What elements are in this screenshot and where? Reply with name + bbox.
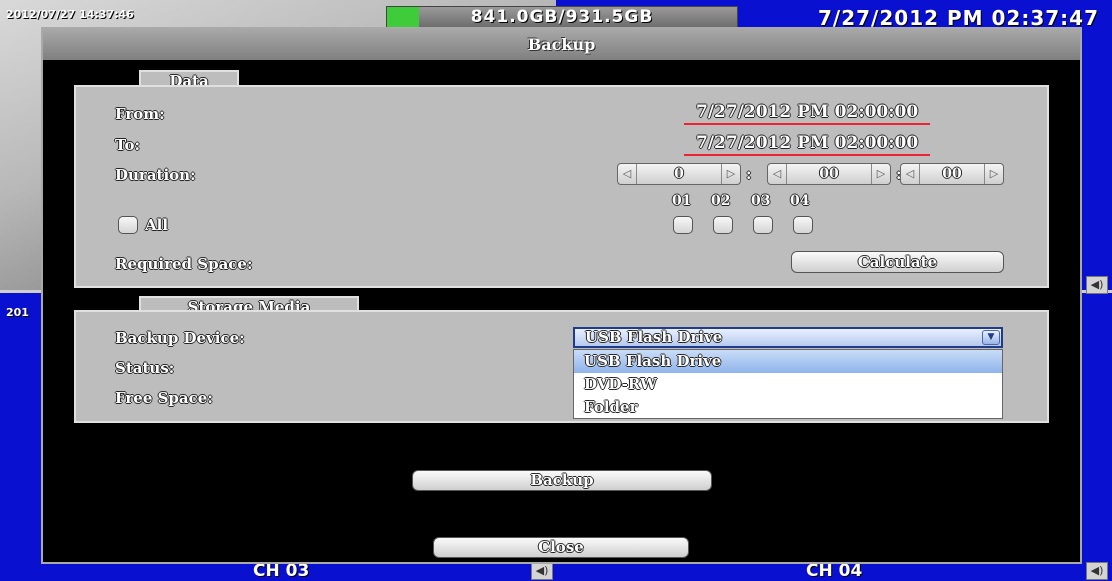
channel-header-03: 03 — [751, 193, 771, 209]
duration-minutes-value: 00 — [819, 166, 839, 182]
speaker-icon[interactable]: ◀) — [531, 562, 553, 580]
increment-arrow-icon[interactable]: ▷ — [871, 164, 890, 184]
channel-header-01: 01 — [672, 193, 692, 209]
decrement-arrow-icon[interactable]: ◁ — [618, 164, 637, 184]
calculate-button[interactable]: Calculate — [791, 251, 1004, 273]
from-label: From: — [115, 105, 165, 123]
close-button[interactable]: Close — [433, 537, 689, 558]
chevron-down-icon[interactable]: ▼ — [982, 330, 1000, 345]
channel-01-checkbox[interactable] — [673, 216, 693, 234]
duration-label: Duration: — [115, 166, 196, 184]
channel-label-ch04: CH 04 — [806, 561, 863, 581]
decrement-arrow-icon[interactable]: ◁ — [768, 164, 787, 184]
increment-arrow-icon[interactable]: ▷ — [721, 164, 740, 184]
duration-hours-value: 0 — [674, 166, 684, 182]
channel-02-checkbox[interactable] — [713, 216, 733, 234]
status-label: Status: — [115, 359, 175, 377]
all-channels-checkbox[interactable] — [118, 216, 138, 234]
backup-device-selected-value: USB Flash Drive — [585, 328, 723, 346]
device-option-dvd-rw[interactable]: DVD-RW — [574, 373, 1002, 396]
free-space-label: Free Space: — [115, 389, 213, 407]
channel-header-02: 02 — [711, 193, 731, 209]
camera-timestamp: 2012/07/27 14:37:46 — [6, 8, 134, 21]
backup-device-options: USB Flash Drive DVD-RW Folder — [573, 349, 1003, 419]
channel-04-checkbox[interactable] — [793, 216, 813, 234]
backup-device-label: Backup Device: — [115, 329, 245, 347]
backup-device-select[interactable]: USB Flash Drive ▼ — [573, 327, 1003, 348]
decrement-arrow-icon[interactable]: ◁ — [901, 164, 920, 184]
duration-seconds-spinner[interactable]: ◁ 00 ▷ — [900, 163, 1004, 185]
to-datetime-field[interactable]: 7/27/2012 PM 02:00:00 — [684, 133, 931, 156]
channel-03-checkbox[interactable] — [753, 216, 773, 234]
duration-minutes-spinner[interactable]: ◁ 00 ▷ — [767, 163, 891, 185]
from-datetime-field[interactable]: 7/27/2012 PM 02:00:00 — [684, 102, 931, 125]
hdd-usage-text: 841.0GB/931.5GB — [470, 7, 654, 27]
increment-arrow-icon[interactable]: ▷ — [984, 164, 1003, 184]
duration-seconds-value: 00 — [942, 166, 962, 182]
backup-button[interactable]: Backup — [412, 470, 712, 491]
speaker-icon[interactable]: ◀) — [1086, 562, 1108, 580]
duration-hours-spinner[interactable]: ◁ 0 ▷ — [617, 163, 741, 185]
dialog-title: Backup — [43, 29, 1080, 60]
all-channels-label: All — [145, 216, 169, 234]
channel-label-ch03: CH 03 — [253, 561, 310, 581]
device-option-folder[interactable]: Folder — [574, 396, 1002, 419]
camera-timestamp-ch03: 201 — [6, 306, 29, 319]
hdd-usage-bar: 841.0GB/931.5GB — [386, 6, 738, 28]
time-separator: : — [746, 165, 752, 183]
to-label: To: — [115, 136, 140, 154]
speaker-icon[interactable]: ◀) — [1086, 276, 1108, 294]
required-space-label: Required Space: — [115, 255, 253, 273]
channel-header-04: 04 — [790, 193, 810, 209]
device-option-usb-flash-drive[interactable]: USB Flash Drive — [574, 350, 1002, 373]
